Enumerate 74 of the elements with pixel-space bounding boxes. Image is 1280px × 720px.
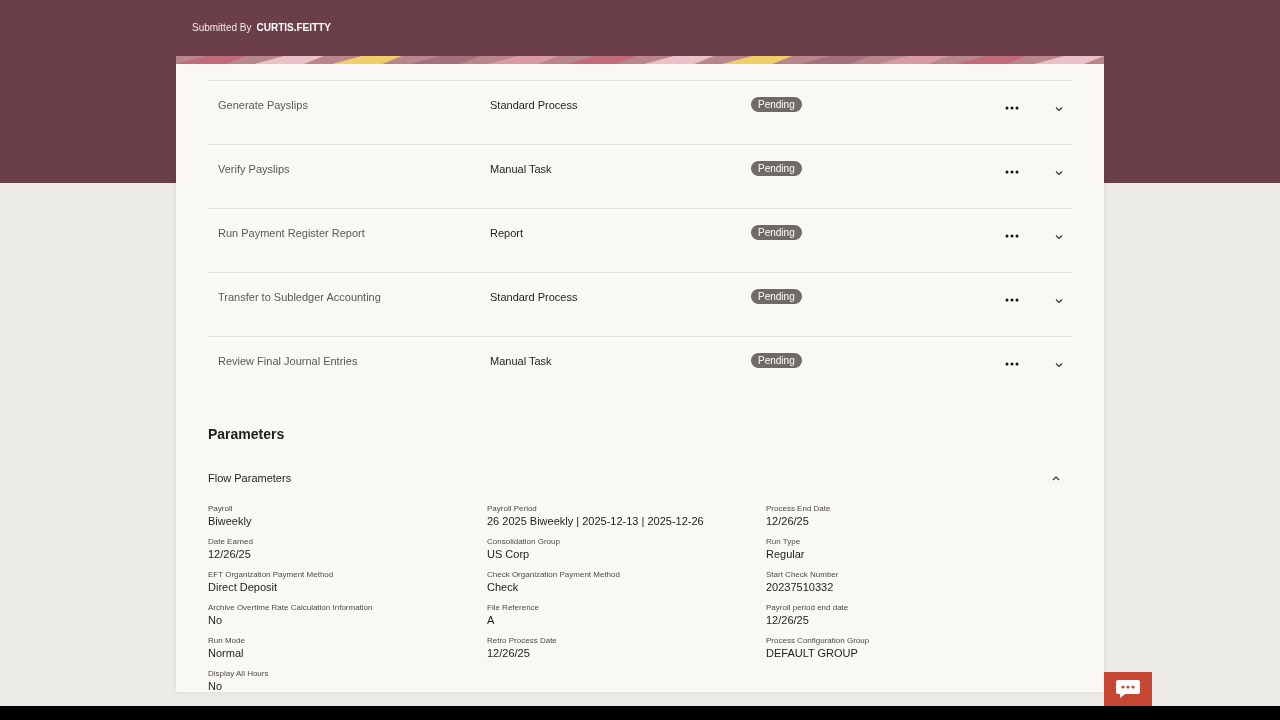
field-label: Process Configuration Group (766, 636, 871, 645)
field-value: No (208, 614, 224, 626)
field-label: Start Check Number (766, 570, 840, 579)
status-badge: Pending (751, 161, 802, 176)
status-badge: Pending (751, 353, 802, 368)
field-label: Date Earned (208, 537, 254, 546)
submitted-by-label: Submitted By (192, 21, 252, 33)
task-type: Manual Task (490, 162, 553, 175)
field-value: Check (487, 581, 520, 593)
more-button[interactable] (1003, 168, 1021, 176)
more-icon (1005, 234, 1019, 238)
field-label: Process End Date (766, 504, 832, 513)
chevron-icon (1052, 475, 1060, 481)
field-label: Payroll (208, 504, 234, 513)
chat-icon (1115, 678, 1141, 700)
field-value: 12/26/25 (766, 614, 810, 626)
more-icon (1005, 362, 1019, 366)
more-button[interactable] (1003, 360, 1021, 368)
field-value: 26 2025 Biweekly | 2025-12-13 | 2025-12-26 (487, 515, 705, 527)
field-value: 20237510332 (766, 581, 835, 593)
chevron-icon (1055, 298, 1063, 304)
task-name: Generate Payslips (218, 98, 309, 111)
more-button[interactable] (1003, 232, 1021, 240)
expand-button[interactable] (1053, 232, 1065, 242)
field-value: 12/26/25 (487, 647, 531, 659)
status-badge: Pending (751, 97, 802, 112)
status-badge: Pending (751, 225, 802, 240)
task-type: Standard Process (490, 98, 579, 111)
chevron-icon (1055, 106, 1063, 112)
task-name: Verify Payslips (218, 162, 291, 175)
more-button[interactable] (1003, 104, 1021, 112)
field-label: Run Mode (208, 636, 246, 645)
expand-button[interactable] (1053, 360, 1065, 370)
field-value: Biweekly (208, 515, 253, 527)
task-type: Standard Process (490, 290, 579, 303)
chevron-icon (1055, 234, 1063, 240)
field-value: Regular (766, 548, 806, 560)
section-heading: Parameters (208, 426, 286, 442)
more-icon (1005, 170, 1019, 174)
expand-button[interactable] (1053, 168, 1065, 178)
task-name: Transfer to Subledger Accounting (218, 290, 382, 303)
task-type: Manual Task (490, 354, 553, 367)
more-icon (1005, 298, 1019, 302)
field-label: Archive Overtime Rate Calculation Information (208, 603, 374, 612)
field-label: Display All Hours (208, 669, 270, 678)
task-type: Report (490, 226, 525, 239)
field-value: Normal (208, 647, 245, 659)
field-label: EFT Organization Payment Method (208, 570, 335, 579)
field-label: Consolidation Group (487, 537, 561, 546)
expand-button[interactable] (1053, 296, 1065, 306)
chevron-icon (1055, 170, 1063, 176)
field-value: A (487, 614, 496, 626)
field-label: Run Type (766, 537, 802, 546)
field-value: 12/26/25 (208, 548, 252, 560)
status-badge: Pending (751, 289, 802, 304)
field-label: File Reference (487, 603, 541, 612)
submitter-name: CURTIS.FEITTY (256, 21, 331, 33)
task-name: Review Final Journal Entries (218, 354, 359, 367)
expand-button[interactable] (1053, 104, 1065, 114)
field-label: Payroll Period (487, 504, 538, 513)
field-label: Payroll period end date (766, 603, 850, 612)
field-label: Check Organization Payment Method (487, 570, 621, 579)
field-value: No (208, 680, 224, 692)
field-value: 12/26/25 (766, 515, 810, 527)
field-label: Retro Process Date (487, 636, 558, 645)
more-icon (1005, 106, 1019, 110)
chevron-icon (1055, 362, 1063, 368)
field-value: DEFAULT GROUP (766, 647, 859, 659)
chat-button[interactable] (1104, 672, 1152, 706)
subsection-title: Flow Parameters (208, 472, 292, 484)
field-value: US Corp (487, 548, 531, 560)
task-name: Run Payment Register Report (218, 226, 366, 239)
more-button[interactable] (1003, 296, 1021, 304)
field-value: Direct Deposit (208, 581, 279, 593)
